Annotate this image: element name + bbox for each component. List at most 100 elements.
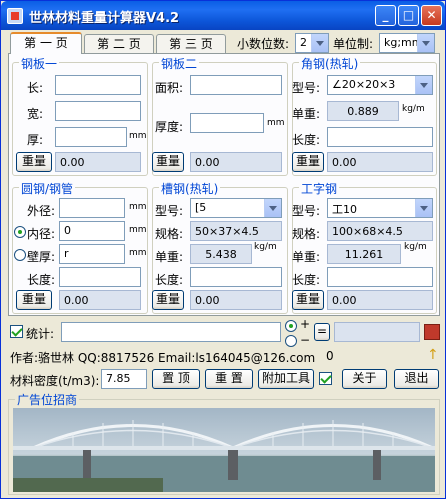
ibeam-model-label: 型号: (292, 204, 321, 218)
angle-unit-weight-label: 单重: (292, 107, 321, 121)
angle-weigh-button[interactable]: 重量 (292, 152, 324, 172)
chevron-down-icon[interactable] (264, 199, 281, 217)
plate2-unit: mm (267, 118, 285, 128)
unit-select[interactable]: kg;mm (379, 33, 435, 53)
calculator-icon[interactable] (424, 324, 440, 340)
angle-model-label: 型号: (292, 81, 321, 95)
plate1-width-label: 宽: (27, 107, 44, 121)
angle-result: 0.00 (327, 152, 433, 172)
decimals-label: 小数位数: (237, 37, 290, 51)
maximize-button[interactable]: □ (398, 5, 419, 26)
channel-spec-value: 50×37×4.5 (190, 221, 282, 241)
ibeam-result: 0.00 (327, 290, 433, 310)
plate1-width-input[interactable] (55, 101, 141, 121)
round-inner-label: 内径: (27, 227, 56, 241)
channel-weigh-button[interactable]: 重量 (152, 290, 184, 310)
angle-unit-weight-value: 0.889 (327, 101, 399, 121)
arrow-up-icon[interactable]: ↑ (427, 347, 439, 363)
angle-length-input[interactable] (327, 127, 433, 147)
ad-group: 广告位招商 (8, 391, 440, 495)
plate1-title: 钢板一 (19, 55, 60, 72)
round-outer-label: 外径: (27, 204, 56, 218)
decimals-select[interactable]: 2 (295, 33, 329, 53)
unit-label: 单位制: (333, 37, 374, 51)
density-input[interactable]: 7.85 (101, 369, 147, 389)
minus-label: − (300, 333, 311, 347)
minus-radio[interactable] (285, 335, 297, 347)
equals-button[interactable]: = (314, 323, 330, 341)
channel-model-label: 型号: (155, 204, 184, 218)
stats-input[interactable] (61, 322, 281, 342)
ibeam-length-input[interactable] (327, 267, 433, 287)
about-button[interactable]: 关于 (342, 369, 387, 389)
title-bar[interactable]: 世林材料重量计算器V4.2 _ □ ✕ (1, 1, 445, 30)
tab-page-3[interactable]: 第 三 页 (156, 34, 226, 54)
round-outer-unit: mm (129, 202, 147, 212)
chevron-down-icon[interactable] (415, 76, 432, 94)
top-button[interactable]: 置 顶 (152, 369, 200, 389)
plate2-title: 钢板二 (159, 55, 200, 72)
round-wall-input[interactable]: r (59, 244, 125, 264)
ibeam-unit-weight-unit: kg/m (404, 242, 427, 252)
plate1-thickness-label: 厚: (27, 133, 44, 147)
plate1-thickness-input[interactable] (55, 127, 127, 147)
app-window: 世林材料重量计算器V4.2 _ □ ✕ 第 一 页 第 二 页 第 三 页 小数… (0, 0, 446, 499)
plate2-weigh-button[interactable]: 重量 (152, 152, 184, 172)
reset-button[interactable]: 重 置 (205, 369, 253, 389)
ibeam-spec-value: 100×68×4.5 (327, 221, 433, 241)
angle-length-label: 长度: (292, 133, 321, 147)
stats-label: 统计: (26, 327, 55, 341)
ibeam-weigh-button[interactable]: 重量 (292, 290, 324, 310)
round-inner-input[interactable]: 0 (59, 221, 125, 241)
ibeam-unit-weight-label: 单重: (292, 250, 321, 264)
plate2-thickness-label: 厚度: (155, 120, 184, 134)
channel-title: 槽钢(热轧) (159, 180, 221, 197)
channel-length-label: 长度: (155, 273, 184, 287)
plate1-weigh-button[interactable]: 重量 (16, 152, 52, 172)
round-wall-radio[interactable] (14, 249, 26, 261)
plate2-area-input[interactable] (190, 75, 282, 95)
channel-model-select[interactable]: [5 (190, 198, 282, 218)
plus-label: + (300, 317, 311, 331)
round-length-label: 长度: (27, 273, 56, 287)
round-outer-input[interactable] (59, 198, 125, 218)
plate1-length-label: 长: (27, 81, 44, 95)
stats-checkbox[interactable] (10, 325, 23, 338)
plate1-unit: mm (129, 131, 147, 141)
round-weigh-button[interactable]: 重量 (16, 290, 52, 310)
round-title: 圆钢/钢管 (19, 180, 76, 197)
ibeam-length-label: 长度: (292, 273, 321, 287)
plate2-area-label: 面积: (155, 81, 184, 95)
count-value: 0 (326, 349, 334, 363)
plus-radio[interactable] (285, 320, 297, 332)
ad-image[interactable] (13, 408, 435, 492)
channel-unit-weight-value: 5.438 (190, 244, 252, 264)
chevron-down-icon[interactable] (415, 199, 432, 217)
exit-button[interactable]: 退出 (394, 369, 439, 389)
angle-model-select[interactable]: ∠20×20×3 (327, 75, 433, 95)
ibeam-model-value: 工10 (332, 203, 357, 216)
minimize-button[interactable]: _ (375, 5, 396, 26)
tools-button[interactable]: 附加工具 (258, 369, 314, 389)
density-label: 材料密度(t/m3): (10, 374, 100, 388)
plate2-thickness-input[interactable] (190, 113, 264, 133)
tools-checkbox[interactable] (319, 372, 332, 385)
round-inner-radio[interactable] (14, 226, 26, 238)
ad-title: 广告位招商 (15, 391, 80, 408)
channel-unit-weight-unit: kg/m (254, 242, 277, 252)
round-inner-unit: mm (129, 225, 147, 235)
tab-page-2[interactable]: 第 二 页 (84, 34, 154, 54)
ibeam-model-select[interactable]: 工10 (327, 198, 433, 218)
plate1-length-input[interactable] (55, 75, 141, 95)
round-length-input[interactable] (59, 267, 141, 287)
window-title: 世林材料重量计算器V4.2 (29, 11, 180, 26)
ibeam-unit-weight-value: 11.261 (327, 244, 401, 264)
plate2-result: 0.00 (190, 152, 282, 172)
channel-unit-weight-label: 单重: (155, 250, 184, 264)
tab-page-1[interactable]: 第 一 页 (10, 32, 82, 54)
close-button[interactable]: ✕ (421, 5, 442, 26)
decimals-value: 2 (300, 36, 307, 49)
channel-length-input[interactable] (190, 267, 282, 287)
chevron-down-icon[interactable] (417, 34, 434, 52)
chevron-down-icon[interactable] (311, 34, 328, 52)
